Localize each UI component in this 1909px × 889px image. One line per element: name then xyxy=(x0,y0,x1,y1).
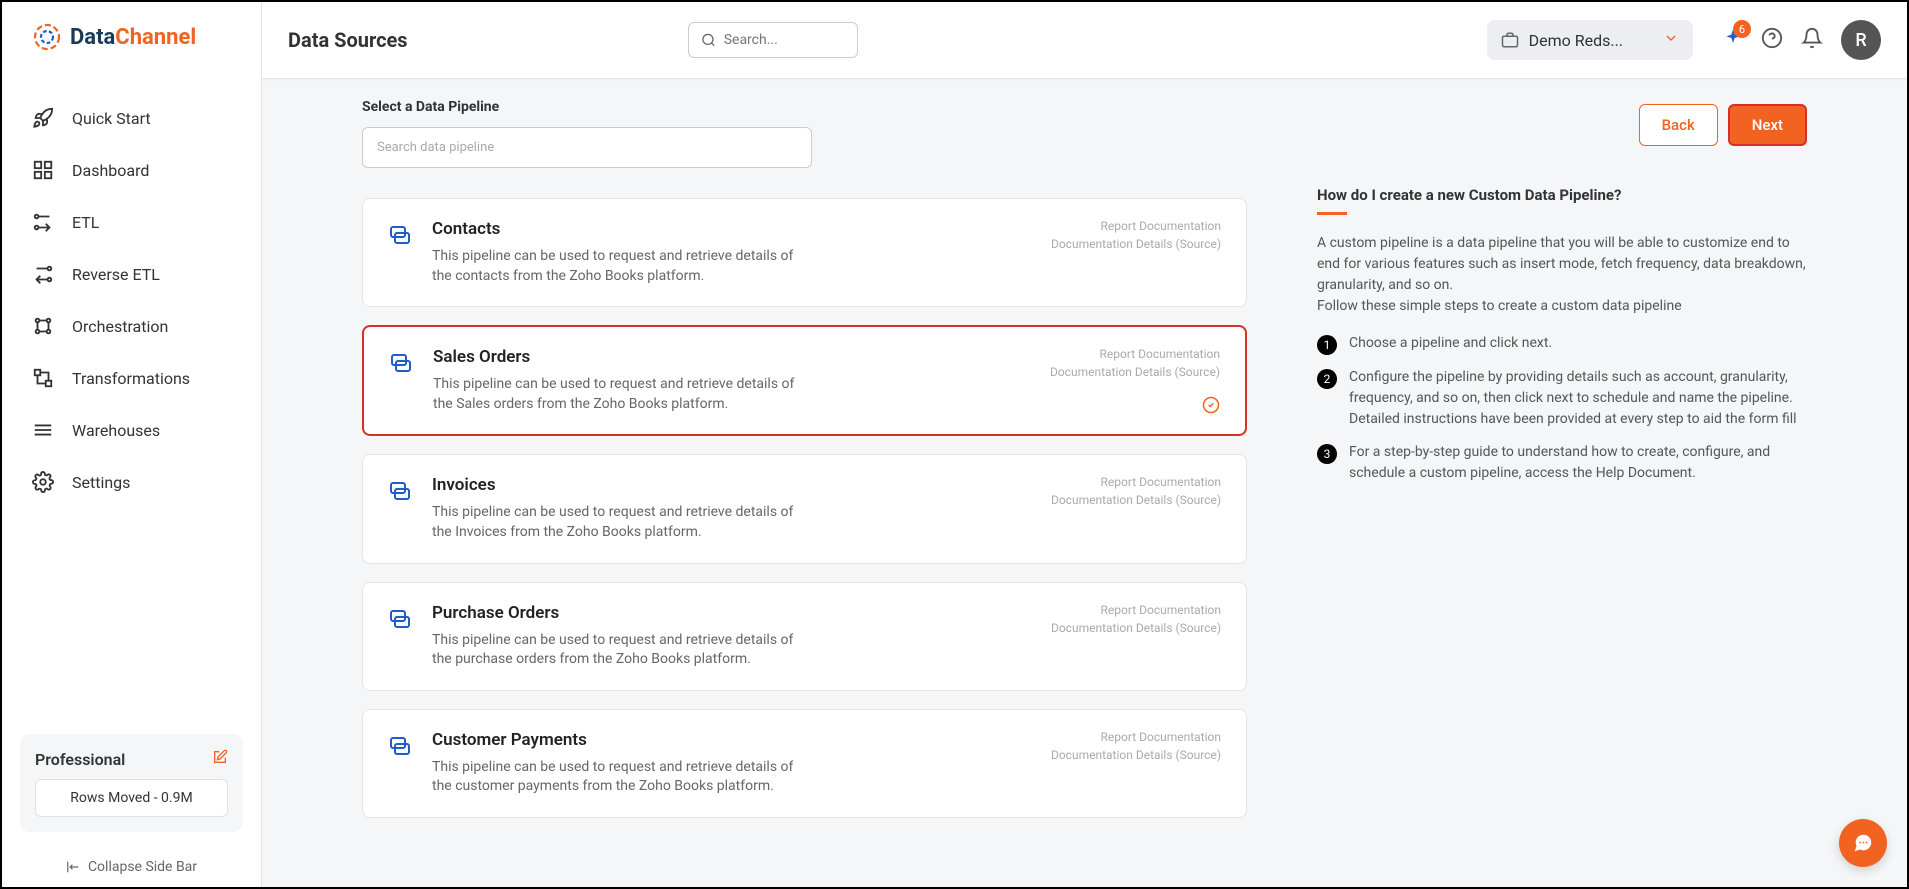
sidebar-item-quick-start[interactable]: Quick Start xyxy=(2,92,261,144)
pipeline-icon xyxy=(388,607,412,631)
workspace-name: Demo Reds... xyxy=(1529,31,1623,50)
help-button[interactable] xyxy=(1761,27,1783,53)
sidebar-item-label: Orchestration xyxy=(72,317,168,336)
step-text-3: For a step-by-step guide to understand h… xyxy=(1349,442,1807,484)
sidebar-item-orchestration[interactable]: Orchestration xyxy=(2,300,261,352)
rocket-icon xyxy=(32,107,54,129)
briefcase-icon xyxy=(1501,31,1519,49)
pipeline-icon xyxy=(388,479,412,503)
global-search[interactable] xyxy=(688,22,858,58)
edit-icon[interactable] xyxy=(212,749,228,769)
help-title: How do I create a new Custom Data Pipeli… xyxy=(1317,186,1807,204)
reverse-etl-icon xyxy=(32,263,54,285)
sidebar-item-reverse-etl[interactable]: Reverse ETL xyxy=(2,248,261,300)
help-para1: A custom pipeline is a data pipeline tha… xyxy=(1317,235,1806,293)
documentation-details-link[interactable]: Documentation Details (Source) xyxy=(1051,491,1221,509)
sparkle-button[interactable]: 6 xyxy=(1723,28,1743,52)
sidebar-item-label: Warehouses xyxy=(72,421,160,440)
pipeline-desc: This pipeline can be used to request and… xyxy=(432,503,802,542)
step-text-2: Configure the pipeline by providing deta… xyxy=(1349,367,1807,430)
pipeline-desc: This pipeline can be used to request and… xyxy=(433,375,803,414)
chat-icon xyxy=(1852,832,1874,854)
step-num-1: 1 xyxy=(1317,335,1337,355)
sidebar-item-label: ETL xyxy=(72,213,99,232)
orchestration-icon xyxy=(32,315,54,337)
search-input[interactable] xyxy=(724,32,845,48)
sidebar-item-label: Dashboard xyxy=(72,161,149,180)
plan-box: Professional Rows Moved - 0.9M xyxy=(20,734,243,832)
page-title: Data Sources xyxy=(288,28,408,52)
pipeline-icon xyxy=(389,351,413,375)
logo[interactable]: DataChannel xyxy=(2,2,261,72)
notification-badge: 6 xyxy=(1733,20,1751,38)
pipeline-card[interactable]: Purchase Orders This pipeline can be use… xyxy=(362,582,1247,691)
pipeline-icon xyxy=(388,223,412,247)
pipeline-card[interactable]: Sales Orders This pipeline can be used t… xyxy=(362,325,1247,436)
search-icon xyxy=(701,31,716,49)
logo-text-2: Channel xyxy=(115,25,196,50)
collapse-icon xyxy=(66,860,80,874)
pipeline-desc: This pipeline can be used to request and… xyxy=(432,758,802,797)
logo-icon xyxy=(32,22,62,52)
next-button[interactable]: Next xyxy=(1728,104,1807,146)
chat-fab[interactable] xyxy=(1839,819,1887,867)
sidebar-item-etl[interactable]: ETL xyxy=(2,196,261,248)
pipeline-card[interactable]: Customer Payments This pipeline can be u… xyxy=(362,709,1247,818)
sidebar-item-label: Quick Start xyxy=(72,109,151,128)
sidebar-item-settings[interactable]: Settings xyxy=(2,456,261,508)
section-title: Select a Data Pipeline xyxy=(362,99,1247,115)
gear-icon xyxy=(32,471,54,493)
pipeline-search-input[interactable] xyxy=(362,127,812,168)
help-icon xyxy=(1761,27,1783,49)
pipeline-desc: This pipeline can be used to request and… xyxy=(432,631,802,670)
bell-button[interactable] xyxy=(1801,27,1823,53)
transformations-icon xyxy=(32,367,54,389)
report-documentation-link[interactable]: Report Documentation xyxy=(1051,473,1221,491)
step-num-2: 2 xyxy=(1317,369,1337,389)
pipeline-icon xyxy=(388,734,412,758)
collapse-label: Collapse Side Bar xyxy=(88,859,197,875)
sidebar-item-dashboard[interactable]: Dashboard xyxy=(2,144,261,196)
warehouses-icon xyxy=(32,419,54,441)
report-documentation-link[interactable]: Report Documentation xyxy=(1051,601,1221,619)
avatar-initial: R xyxy=(1855,30,1866,51)
pipeline-desc: This pipeline can be used to request and… xyxy=(432,247,802,286)
documentation-details-link[interactable]: Documentation Details (Source) xyxy=(1051,619,1221,637)
logo-text-1: Data xyxy=(70,25,115,50)
report-documentation-link[interactable]: Report Documentation xyxy=(1051,217,1221,235)
help-para2: Follow these simple steps to create a cu… xyxy=(1317,298,1682,314)
etl-icon xyxy=(32,211,54,233)
workspace-selector[interactable]: Demo Reds... xyxy=(1487,20,1693,60)
sidebar-item-transformations[interactable]: Transformations xyxy=(2,352,261,404)
step-num-3: 3 xyxy=(1317,444,1337,464)
dashboard-icon xyxy=(32,159,54,181)
sidebar-item-label: Transformations xyxy=(72,369,190,388)
documentation-details-link[interactable]: Documentation Details (Source) xyxy=(1050,363,1220,381)
rows-moved-badge: Rows Moved - 0.9M xyxy=(35,779,228,817)
sidebar-item-label: Settings xyxy=(72,473,130,492)
plan-title: Professional xyxy=(35,750,125,769)
avatar[interactable]: R xyxy=(1841,20,1881,60)
back-button[interactable]: Back xyxy=(1639,104,1718,146)
collapse-sidebar-button[interactable]: Collapse Side Bar xyxy=(2,847,261,887)
sidebar-item-label: Reverse ETL xyxy=(72,265,160,284)
pipeline-card[interactable]: Contacts This pipeline can be used to re… xyxy=(362,198,1247,307)
bell-icon xyxy=(1801,27,1823,49)
chevron-down-icon xyxy=(1663,30,1679,50)
report-documentation-link[interactable]: Report Documentation xyxy=(1050,345,1220,363)
report-documentation-link[interactable]: Report Documentation xyxy=(1051,728,1221,746)
documentation-details-link[interactable]: Documentation Details (Source) xyxy=(1051,746,1221,764)
documentation-details-link[interactable]: Documentation Details (Source) xyxy=(1051,235,1221,253)
sidebar-item-warehouses[interactable]: Warehouses xyxy=(2,404,261,456)
pipeline-card[interactable]: Invoices This pipeline can be used to re… xyxy=(362,454,1247,563)
help-accent xyxy=(1317,212,1347,215)
check-icon xyxy=(1202,396,1220,414)
step-text-1: Choose a pipeline and click next. xyxy=(1349,333,1552,355)
